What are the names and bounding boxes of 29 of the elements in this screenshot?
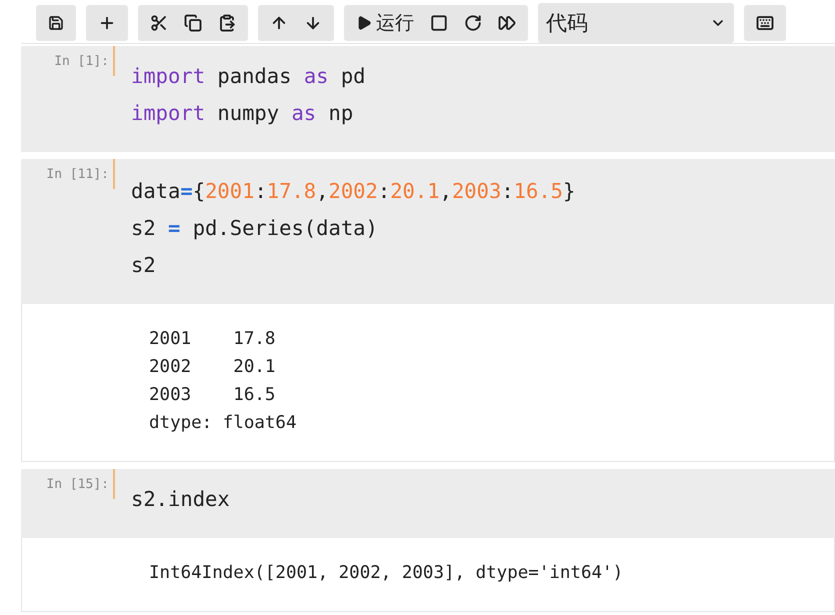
output-line: 2002 20.1: [149, 356, 276, 379]
plus-icon: [98, 14, 116, 32]
keyboard-icon: [756, 14, 774, 32]
code-line: import numpy as np: [131, 100, 354, 127]
code-cell-input[interactable]: In [1]: import pandas as pd import numpy as np: [21, 46, 835, 152]
save-icon: [48, 15, 64, 31]
copy-icon: [184, 14, 202, 32]
output-line: 2003 16.5: [149, 384, 276, 407]
fast-forward-icon: [498, 14, 516, 32]
code-cell-input[interactable]: In [15]: s2.index: [21, 469, 835, 538]
code-line: data={2001:17.8,2002:20.1,2003:16.5}: [131, 178, 576, 205]
code-line: import pandas as pd: [131, 63, 366, 90]
code-line: s2 = pd.Series(data): [131, 215, 379, 242]
cell-prompt: In [15]:: [45, 476, 110, 494]
output-line: dtype: float64: [149, 412, 298, 435]
square-icon: [430, 14, 448, 32]
cell-type-dropdown[interactable]: 代码: [538, 3, 734, 43]
play-icon: [356, 15, 372, 31]
code-line: s2: [131, 252, 157, 279]
output-line: Int64Index([2001, 2002, 2003], dtype='int64'): [149, 562, 624, 585]
cell-prompt: In [11]:: [45, 166, 110, 184]
code-line: s2.index: [131, 486, 230, 513]
code-cell-input[interactable]: In [11]: data={2001:17.8,2002:20.1,2003:16.5} s2 = pd.Series(data) s2: [21, 159, 835, 304]
arrow-down-icon: [304, 14, 322, 32]
output-line: 2001 17.8: [149, 328, 276, 351]
cell-prompt: In [1]:: [53, 53, 110, 71]
clipboard-icon: [218, 14, 236, 32]
refresh-icon: [464, 14, 482, 32]
scissors-icon: [150, 14, 168, 32]
